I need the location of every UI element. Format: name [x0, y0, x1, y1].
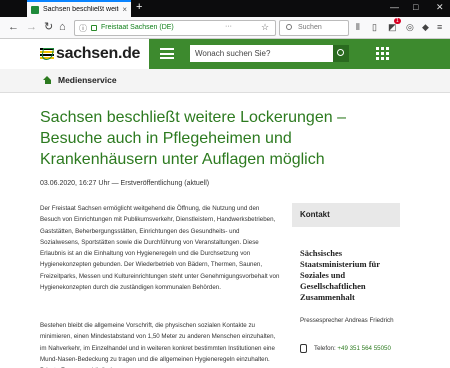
hamburger-menu-icon[interactable]: ≡ — [437, 22, 442, 32]
home-icon[interactable]: ⌂ — [59, 21, 66, 34]
phone-icon — [300, 344, 307, 353]
back-arrow-icon[interactable]: ← — [8, 21, 19, 34]
browser-search-placeholder: Suchen — [298, 24, 322, 31]
notification-badge: 1 — [394, 18, 401, 24]
site-menu-icon[interactable] — [160, 48, 174, 59]
phone-label: Telefon: — [314, 345, 336, 352]
lock-icon — [91, 25, 97, 31]
apps-grid-icon[interactable] — [376, 47, 389, 60]
search-icon — [286, 24, 292, 30]
article-headline: Sachsen beschließt weitere Lockerungen –… — [40, 109, 346, 168]
page-actions-icon[interactable]: ··· — [225, 23, 232, 30]
account-icon[interactable]: ◎ — [406, 22, 414, 33]
new-tab-button[interactable]: + — [136, 1, 142, 13]
site-logo[interactable]: sachsen.de — [40, 45, 140, 63]
site-search-placeholder: Wonach suchen Sie? — [195, 49, 271, 58]
search-icon — [337, 49, 344, 56]
tab-close-icon[interactable]: × — [122, 5, 127, 14]
browser-tab[interactable]: Sachsen beschließt weitere Lo × — [27, 0, 131, 17]
browser-tab-strip: Sachsen beschließt weitere Lo × + — □ ✕ — [0, 0, 450, 17]
address-bar[interactable]: ⓘ Freistaat Sachsen (DE) ··· ☆ — [74, 20, 276, 36]
reload-icon[interactable]: ↻ — [44, 21, 53, 34]
contact-heading: Kontakt — [292, 203, 400, 227]
info-icon[interactable]: ⓘ — [79, 23, 87, 34]
favicon-icon — [31, 5, 39, 14]
home-icon[interactable] — [43, 76, 52, 84]
bookmark-star-icon[interactable]: ☆ — [261, 22, 269, 33]
browser-search-field[interactable]: Suchen — [279, 20, 349, 36]
saxony-coat-of-arms-icon — [40, 46, 55, 62]
site-search-button[interactable] — [333, 45, 349, 62]
site-search-input[interactable]: Wonach suchen Sie? — [190, 45, 333, 62]
sidebar-icon[interactable]: ▯ — [372, 22, 377, 33]
maximize-button[interactable]: □ — [413, 2, 418, 12]
logo-text: sachsen.de — [56, 45, 141, 62]
contact-phone: Telefon: +49 351 564 55050 — [314, 343, 394, 354]
contact-organization: Sächsisches Staatsministerium für Sozial… — [300, 248, 380, 302]
minimize-button[interactable]: — — [390, 2, 399, 12]
breadcrumb-medienservice[interactable]: Medienservice — [58, 75, 117, 85]
breadcrumb: Medienservice — [0, 69, 450, 93]
addon-icon[interactable]: ◆ — [422, 22, 429, 33]
forward-arrow-icon[interactable]: → — [26, 21, 37, 34]
article-dateline: 03.06.2020, 16:27 Uhr — Erstveröffentlic… — [40, 180, 210, 187]
phone-number-link[interactable]: +49 351 564 55050 — [337, 345, 391, 352]
contact-person: Pressesprecher Andreas Friedrich — [300, 317, 394, 324]
tab-title: Sachsen beschließt weitere Lo — [43, 6, 119, 13]
browser-nav-bar: ← → ↻ ⌂ ⓘ Freistaat Sachsen (DE) ··· ☆ S… — [0, 17, 450, 39]
site-identity[interactable]: Freistaat Sachsen (DE) — [101, 24, 174, 31]
article-paragraph: Der Freistaat Sachsen ermöglicht weitgeh… — [40, 205, 280, 292]
article-paragraph: Bestehen bleibt die allgemeine Vorschrif… — [40, 322, 276, 368]
close-window-button[interactable]: ✕ — [436, 2, 444, 13]
library-icon[interactable]: ⫴ — [356, 22, 360, 33]
